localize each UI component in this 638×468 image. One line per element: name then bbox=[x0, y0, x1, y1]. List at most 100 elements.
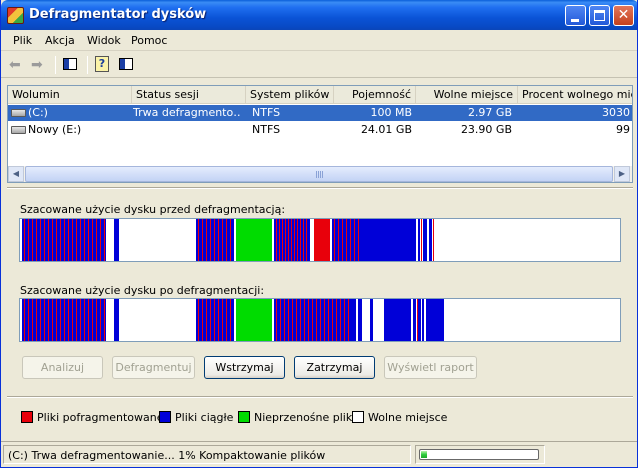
cluster-segment bbox=[28, 299, 29, 341]
scrollbar-thumb[interactable] bbox=[25, 166, 613, 182]
cluster-segment bbox=[72, 299, 73, 341]
defrag-progress-bar bbox=[419, 449, 539, 460]
cluster-segment bbox=[324, 299, 325, 341]
cluster-segment bbox=[320, 299, 321, 341]
volume-name: (C:) bbox=[28, 106, 48, 119]
cluster-segment bbox=[198, 299, 199, 341]
cluster-segment bbox=[280, 299, 281, 341]
properties-icon bbox=[119, 58, 133, 70]
cluster-segment bbox=[52, 299, 53, 341]
cluster-segment bbox=[210, 299, 211, 341]
column-header-filesystem[interactable]: System plików bbox=[246, 86, 334, 104]
legend-fragmented-label: Pliki pofragmentowane bbox=[37, 411, 164, 424]
cluster-segment bbox=[421, 219, 422, 261]
analyze-button[interactable]: Analizuj bbox=[22, 356, 103, 379]
volume-free-space: 23.90 GB bbox=[460, 123, 512, 136]
cluster-segment bbox=[76, 219, 77, 261]
cluster-segment bbox=[218, 219, 219, 261]
volume-list-header: Wolumin Status sesji System plików Pojem… bbox=[8, 86, 632, 104]
cluster-segment bbox=[292, 299, 293, 341]
cluster-segment bbox=[198, 219, 199, 261]
cluster-segment bbox=[306, 219, 307, 261]
cluster-segment bbox=[68, 299, 69, 341]
cluster-segment bbox=[60, 219, 61, 261]
cluster-segment bbox=[276, 299, 277, 341]
grip-icon bbox=[316, 171, 324, 178]
menu-bar: Plik Akcja Widok Pomoc bbox=[1, 30, 637, 51]
cluster-segment bbox=[314, 219, 330, 261]
menu-widok[interactable]: Widok bbox=[87, 34, 121, 47]
horizontal-scrollbar[interactable]: ◀ ▶ bbox=[8, 166, 632, 182]
cluster-segment bbox=[92, 219, 93, 261]
minimize-icon bbox=[571, 19, 579, 22]
cluster-segment bbox=[40, 299, 41, 341]
volume-row[interactable]: (C:) Trwa defragmento… NTFS 100 MB 2.97 … bbox=[8, 105, 632, 121]
stop-button[interactable]: Zatrzymaj bbox=[294, 356, 375, 379]
cluster-segment bbox=[422, 299, 424, 341]
menu-akcja[interactable]: Akcja bbox=[45, 34, 75, 47]
cluster-segment bbox=[88, 299, 89, 341]
cluster-segment bbox=[340, 299, 341, 341]
cluster-segment bbox=[96, 299, 97, 341]
close-button[interactable]: ✕ bbox=[613, 5, 634, 26]
fragmented-swatch bbox=[21, 411, 33, 423]
cluster-segment bbox=[346, 219, 347, 261]
volume-percent-free: 3030 bbox=[602, 106, 630, 119]
contiguous-swatch bbox=[159, 411, 171, 423]
cluster-segment bbox=[418, 219, 420, 261]
cluster-segment bbox=[104, 299, 105, 341]
scroll-right-icon[interactable]: ▶ bbox=[614, 166, 630, 182]
cluster-segment bbox=[296, 299, 297, 341]
view-report-button[interactable]: Wyświetl raport bbox=[384, 356, 477, 379]
cluster-segment bbox=[76, 299, 77, 341]
title-bar[interactable]: Defragmentator dysków ✕ bbox=[1, 0, 637, 30]
hard-drive-icon bbox=[11, 109, 26, 117]
cluster-segment bbox=[288, 299, 289, 341]
cluster-segment bbox=[332, 299, 333, 341]
column-header-status[interactable]: Status sesji bbox=[132, 86, 246, 104]
cluster-segment bbox=[44, 299, 45, 341]
properties-button[interactable] bbox=[117, 55, 137, 75]
scroll-left-icon[interactable]: ◀ bbox=[8, 166, 24, 182]
menu-plik[interactable]: Plik bbox=[13, 34, 32, 47]
before-defrag-label: Szacowane użycie dysku przed defragmenta… bbox=[20, 203, 286, 216]
cluster-segment bbox=[92, 299, 93, 341]
volume-list[interactable]: Wolumin Status sesji System plików Pojem… bbox=[7, 85, 633, 183]
column-header-capacity[interactable]: Pojemność bbox=[334, 86, 416, 104]
minimize-button[interactable] bbox=[565, 5, 586, 26]
cluster-segment bbox=[96, 219, 97, 261]
volume-row[interactable]: Nowy (E:) NTFS 24.01 GB 23.90 GB 99 bbox=[8, 122, 632, 138]
after-defrag-label: Szacowane użycie dysku po defragmentacji… bbox=[20, 284, 265, 297]
cluster-segment bbox=[418, 299, 421, 341]
column-header-percent-free[interactable]: Procent wolnego miejs bbox=[518, 86, 632, 104]
column-header-free-space[interactable]: Wolne miejsce bbox=[416, 86, 518, 104]
status-text: (C:) Trwa defragmentowanie... 1% Kompakt… bbox=[8, 449, 326, 462]
forward-button[interactable]: ➡ bbox=[31, 55, 51, 75]
help-icon: ? bbox=[95, 56, 109, 72]
maximize-button[interactable] bbox=[589, 5, 610, 26]
cluster-segment bbox=[362, 219, 410, 261]
cluster-segment bbox=[36, 299, 37, 341]
cluster-segment bbox=[430, 299, 444, 341]
cluster-segment bbox=[350, 299, 356, 341]
cluster-segment bbox=[284, 299, 285, 341]
cluster-segment bbox=[297, 219, 298, 261]
cluster-segment bbox=[384, 299, 406, 341]
cluster-segment bbox=[276, 219, 277, 261]
cluster-segment bbox=[348, 299, 349, 341]
cluster-segment bbox=[100, 219, 101, 261]
defragment-button[interactable]: Defragmentuj bbox=[112, 356, 195, 379]
cluster-segment bbox=[68, 219, 69, 261]
console-tree-button[interactable] bbox=[61, 55, 81, 75]
help-button[interactable]: ? bbox=[93, 55, 113, 75]
cluster-segment bbox=[214, 219, 215, 261]
menu-pomoc[interactable]: Pomoc bbox=[131, 34, 167, 47]
cluster-segment bbox=[406, 299, 411, 341]
back-button[interactable]: ⬅ bbox=[9, 55, 29, 75]
pause-button[interactable]: Wstrzymaj bbox=[204, 356, 285, 379]
legend-free-label: Wolne miejsce bbox=[368, 411, 448, 424]
cluster-segment bbox=[316, 299, 317, 341]
cluster-segment bbox=[52, 219, 53, 261]
column-header-volume[interactable]: Wolumin bbox=[8, 86, 132, 104]
cluster-segment bbox=[48, 299, 49, 341]
